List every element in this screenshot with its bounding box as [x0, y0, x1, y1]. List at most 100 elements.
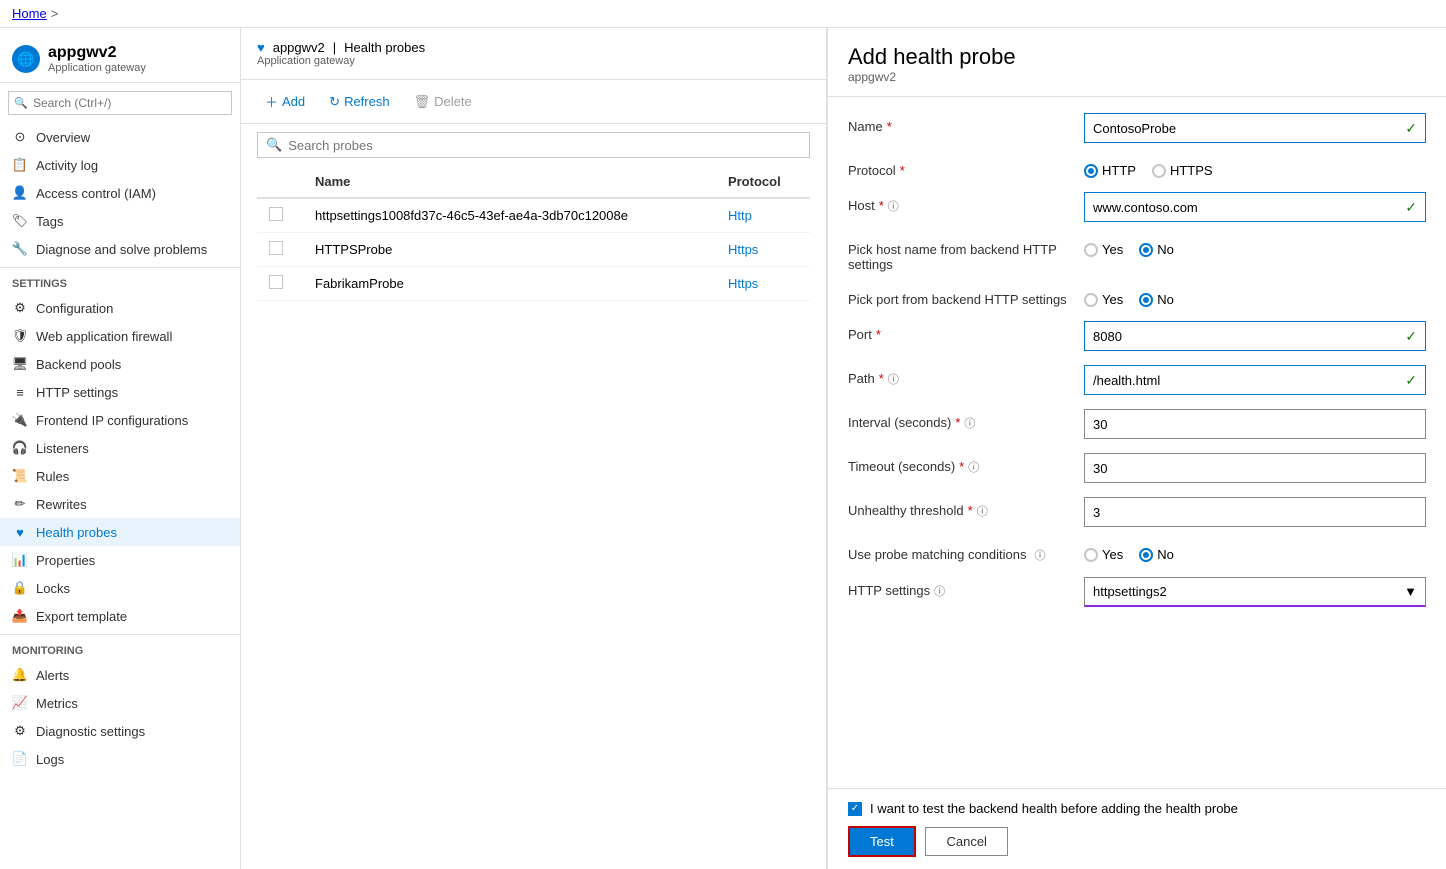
delete-button[interactable]: 🗑 Delete	[406, 90, 480, 114]
pick-port-no-option[interactable]: No	[1139, 292, 1174, 307]
sidebar-item-listeners[interactable]: 🎧 Listeners	[0, 434, 240, 462]
sidebar-item-properties[interactable]: 📊 Properties	[0, 546, 240, 574]
resource-subtitle-main: Application gateway	[257, 55, 810, 67]
footer-buttons: Test Cancel	[848, 826, 1426, 857]
sidebar-item-metrics[interactable]: 📈 Metrics	[0, 689, 240, 717]
pick-host-no-option[interactable]: No	[1139, 242, 1174, 257]
row-checkbox[interactable]	[269, 275, 283, 289]
protocol-https-option[interactable]: HTTPS	[1152, 163, 1213, 178]
resource-name-title: appgwv2	[273, 40, 325, 55]
row-checkbox-cell[interactable]	[257, 233, 303, 267]
sidebar-item-label: Frontend IP configurations	[36, 413, 188, 428]
sidebar-item-label: Backend pools	[36, 357, 121, 372]
probe-matching-row: Use probe matching conditions ⓘ Yes No	[848, 541, 1426, 563]
sidebar-item-diagnostic-settings[interactable]: ⚙ Diagnostic settings	[0, 717, 240, 745]
pick-port-no-radio[interactable]	[1139, 293, 1153, 307]
sidebar-item-backend-pools[interactable]: 🖥 Backend pools	[0, 350, 240, 378]
pick-host-yes-option[interactable]: Yes	[1084, 242, 1123, 257]
name-input[interactable]	[1093, 121, 1405, 136]
test-backend-checkbox[interactable]: ✓	[848, 802, 862, 816]
sidebar-item-locks[interactable]: 🔒 Locks	[0, 574, 240, 602]
configuration-icon: ⚙	[12, 300, 28, 316]
host-input[interactable]	[1093, 200, 1405, 215]
timeout-required: *	[959, 459, 964, 474]
timeout-input[interactable]	[1093, 461, 1417, 476]
sidebar-item-http-settings[interactable]: ≡ HTTP settings	[0, 378, 240, 406]
pick-host-radio-group: Yes No	[1084, 236, 1426, 257]
protocol-http-radio[interactable]	[1084, 164, 1098, 178]
timeout-label: Timeout (seconds) * ⓘ	[848, 453, 1068, 475]
row-checkbox-cell[interactable]	[257, 198, 303, 233]
sidebar-item-alerts[interactable]: 🔔 Alerts	[0, 661, 240, 689]
probe-matching-yes-option[interactable]: Yes	[1084, 547, 1123, 562]
sidebar-search-input[interactable]	[8, 91, 232, 115]
cancel-button[interactable]: Cancel	[925, 827, 1007, 856]
rules-icon: 📜	[12, 468, 28, 484]
sidebar-item-rules[interactable]: 📜 Rules	[0, 462, 240, 490]
table-row[interactable]: httpsettings1008fd37c-46c5-43ef-ae4a-3db…	[257, 198, 810, 233]
access-control-icon: 👤	[12, 185, 28, 201]
row-checkbox[interactable]	[269, 207, 283, 221]
pick-host-yes-radio[interactable]	[1084, 243, 1098, 257]
sidebar-item-health-probes[interactable]: ♥ Health probes	[0, 518, 240, 546]
row-checkbox[interactable]	[269, 241, 283, 255]
sidebar-item-export-template[interactable]: 📤 Export template	[0, 602, 240, 630]
port-input[interactable]	[1093, 329, 1405, 344]
sidebar-item-label: Alerts	[36, 668, 69, 683]
breadcrumb-home[interactable]: Home	[12, 6, 47, 21]
list-search-container: 🔍	[257, 132, 810, 158]
interval-input[interactable]	[1093, 417, 1417, 432]
path-required: *	[879, 371, 884, 386]
sidebar-item-diagnose[interactable]: 🔧 Diagnose and solve problems	[0, 235, 240, 263]
http-settings-icon: ≡	[12, 384, 28, 400]
pick-host-row: Pick host name from backend HTTP setting…	[848, 236, 1426, 272]
table-row[interactable]: FabrikamProbe Https	[257, 267, 810, 301]
sidebar-item-configuration[interactable]: ⚙ Configuration	[0, 294, 240, 322]
protocol-required: *	[900, 163, 905, 178]
tags-icon: 🏷	[12, 213, 28, 229]
sidebar-item-label: Rules	[36, 469, 69, 484]
sidebar-item-tags[interactable]: 🏷 Tags	[0, 207, 240, 235]
name-label: Name *	[848, 113, 1068, 134]
unhealthy-info-icon: ⓘ	[977, 503, 988, 519]
sidebar-item-waf[interactable]: 🛡 Web application firewall	[0, 322, 240, 350]
http-settings-row: HTTP settings ⓘ httpsettings2 ▼	[848, 577, 1426, 607]
test-button[interactable]: Test	[848, 826, 916, 857]
protocol-http-option[interactable]: HTTP	[1084, 163, 1136, 178]
sidebar-item-access-control[interactable]: 👤 Access control (IAM)	[0, 179, 240, 207]
path-input[interactable]	[1093, 373, 1405, 388]
sidebar-item-logs[interactable]: 📄 Logs	[0, 745, 240, 773]
col-name[interactable]: Name	[303, 166, 716, 198]
row-checkbox-cell[interactable]	[257, 267, 303, 301]
pick-host-no-radio[interactable]	[1139, 243, 1153, 257]
http-settings-dropdown-icon[interactable]: ▼	[1404, 584, 1417, 599]
activity-log-icon: 📋	[12, 157, 28, 173]
table-row[interactable]: HTTPSProbe Https	[257, 233, 810, 267]
sidebar-item-label: HTTP settings	[36, 385, 118, 400]
col-checkbox	[257, 166, 303, 198]
panel-subtitle: appgwv2	[848, 70, 1426, 84]
list-search-input[interactable]	[288, 138, 801, 153]
probe-matching-yes-radio[interactable]	[1084, 548, 1098, 562]
sidebar-item-activity-log[interactable]: 📋 Activity log	[0, 151, 240, 179]
pick-port-yes-radio[interactable]	[1084, 293, 1098, 307]
sidebar-item-label: Overview	[36, 130, 90, 145]
sidebar-item-rewrites[interactable]: ✏ Rewrites	[0, 490, 240, 518]
probe-matching-no-option[interactable]: No	[1139, 547, 1174, 562]
waf-icon: 🛡	[12, 328, 28, 344]
probe-matching-no-radio[interactable]	[1139, 548, 1153, 562]
pick-port-label: Pick port from backend HTTP settings	[848, 286, 1068, 307]
resource-name: appgwv2	[48, 44, 146, 62]
refresh-button[interactable]: ↻ Refresh	[321, 90, 397, 114]
breadcrumb-separator: >	[51, 6, 59, 21]
metrics-icon: 📈	[12, 695, 28, 711]
unhealthy-input[interactable]	[1093, 505, 1417, 520]
port-required: *	[876, 327, 881, 342]
protocol-https-radio[interactable]	[1152, 164, 1166, 178]
col-protocol[interactable]: Protocol	[716, 166, 810, 198]
add-button[interactable]: ＋ Add	[257, 88, 313, 115]
sidebar-item-frontend-ip[interactable]: 🔌 Frontend IP configurations	[0, 406, 240, 434]
refresh-label: Refresh	[344, 94, 390, 109]
sidebar-item-overview[interactable]: ⊙ Overview	[0, 123, 240, 151]
pick-port-yes-option[interactable]: Yes	[1084, 292, 1123, 307]
